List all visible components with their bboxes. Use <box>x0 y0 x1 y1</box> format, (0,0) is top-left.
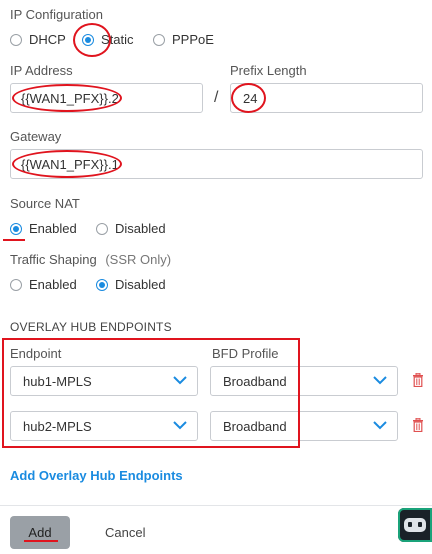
gateway-input[interactable]: {{WAN1_PFX}}.1 <box>10 149 423 179</box>
radio-icon[interactable] <box>96 278 108 291</box>
trash-icon[interactable] <box>412 373 424 387</box>
source-nat-enabled-radio[interactable]: Enabled <box>10 221 77 236</box>
traffic-shaping-title: Traffic Shaping <box>10 252 97 267</box>
ip-address-input[interactable]: {{WAN1_PFX}}.2 <box>10 83 203 113</box>
add-button[interactable]: Add <box>10 516 70 549</box>
chevron-down-icon <box>373 421 387 430</box>
radio-label: Enabled <box>29 221 77 236</box>
radio-icon[interactable] <box>10 222 22 235</box>
source-nat-disabled-radio[interactable]: Disabled <box>96 221 166 236</box>
traffic-shaping-disabled-radio[interactable]: Disabled <box>96 277 166 292</box>
trash-icon[interactable] <box>412 418 424 432</box>
annotation-box <box>2 338 300 448</box>
radio-icon[interactable] <box>153 33 165 46</box>
prefix-length-label: Prefix Length <box>230 63 307 78</box>
radio-icon[interactable] <box>10 278 22 291</box>
radio-icon[interactable] <box>96 222 108 235</box>
radio-label: DHCP <box>29 32 66 47</box>
chevron-down-icon <box>373 376 387 385</box>
annotation-underline <box>3 239 25 241</box>
ip-config-pppoe-radio[interactable]: PPPoE <box>153 32 214 47</box>
assistant-bot-button[interactable] <box>398 508 432 542</box>
overlay-section-title: OVERLAY HUB ENDPOINTS <box>10 320 172 334</box>
radio-label: Disabled <box>115 221 166 236</box>
prefix-length-value: 24 <box>243 90 258 106</box>
radio-icon[interactable] <box>10 33 22 46</box>
source-nat-label: Source NAT <box>10 196 80 211</box>
add-button-label: Add <box>28 525 52 540</box>
ip-config-dhcp-radio[interactable]: DHCP <box>10 32 66 47</box>
radio-label: Disabled <box>115 277 166 292</box>
cancel-button[interactable]: Cancel <box>105 525 145 540</box>
ip-config-static-radio[interactable]: Static <box>82 32 134 47</box>
add-overlay-hub-endpoints-link[interactable]: Add Overlay Hub Endpoints <box>10 468 183 483</box>
traffic-shaping-label: Traffic Shaping (SSR Only) <box>10 252 171 267</box>
radio-icon[interactable] <box>82 33 94 46</box>
prefix-length-input[interactable]: 24 <box>230 83 423 113</box>
footer-divider <box>0 505 432 506</box>
radio-label: Static <box>101 32 134 47</box>
robot-icon <box>404 518 426 532</box>
ip-address-label: IP Address <box>10 63 73 78</box>
gateway-label: Gateway <box>10 129 62 144</box>
ip-address-value: {{WAN1_PFX}}.2 <box>21 90 119 106</box>
traffic-shaping-enabled-radio[interactable]: Enabled <box>10 277 77 292</box>
gateway-value: {{WAN1_PFX}}.1 <box>21 156 119 172</box>
radio-label: PPPoE <box>172 32 214 47</box>
traffic-shaping-note: (SSR Only) <box>105 252 172 267</box>
radio-label: Enabled <box>29 277 77 292</box>
prefix-separator: / <box>214 89 219 106</box>
ip-configuration-label: IP Configuration <box>10 7 103 22</box>
annotation-underline <box>24 540 58 542</box>
